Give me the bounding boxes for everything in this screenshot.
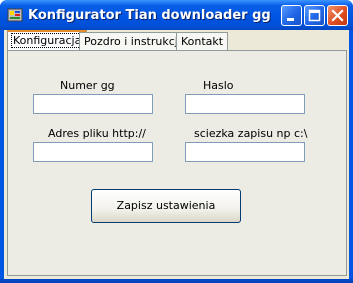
client-area: Konfiguracja Pozdro i instrukcja Kontakt… (4, 30, 349, 279)
sciezka-zapisu-input[interactable] (185, 142, 305, 162)
tab-label: Konfiguracja (10, 33, 84, 48)
tab-panel-konfiguracja: Numer gg Haslo Adres pliku http:// sciez… (7, 50, 347, 276)
save-settings-button[interactable]: Zapisz ustawienia (91, 189, 241, 223)
close-icon (331, 9, 344, 22)
maximize-button[interactable] (304, 5, 325, 26)
tab-pozdro-i-instrukcja[interactable]: Pozdro i instrukcja (79, 32, 190, 50)
tab-kontakt[interactable]: Kontakt (176, 32, 229, 50)
tab-konfiguracja[interactable]: Konfiguracja (7, 30, 88, 50)
title-bar[interactable]: Konfigurator Tian downloader gg (0, 0, 353, 30)
numer-gg-label: Numer gg (60, 79, 115, 92)
tab-label: Pozdro i instrukcja (84, 35, 185, 48)
haslo-label: Haslo (203, 79, 234, 92)
sciezka-zapisu-label: sciezka zapisu np c:\ (194, 127, 308, 140)
haslo-input[interactable] (185, 94, 305, 114)
close-button[interactable] (327, 5, 348, 26)
adres-pliku-label: Adres pliku http:// (48, 127, 146, 140)
minimize-icon (287, 18, 294, 21)
window-title: Konfigurator Tian downloader gg (28, 8, 271, 23)
window-frame-bottom (0, 279, 353, 283)
maximize-icon (308, 9, 321, 22)
app-icon (7, 7, 23, 23)
adres-pliku-input[interactable] (33, 142, 153, 162)
app-window: Konfigurator Tian downloader gg Konfigur… (0, 0, 353, 283)
minimize-button[interactable] (281, 5, 302, 26)
numer-gg-input[interactable] (33, 94, 153, 114)
tab-label: Kontakt (181, 35, 224, 48)
